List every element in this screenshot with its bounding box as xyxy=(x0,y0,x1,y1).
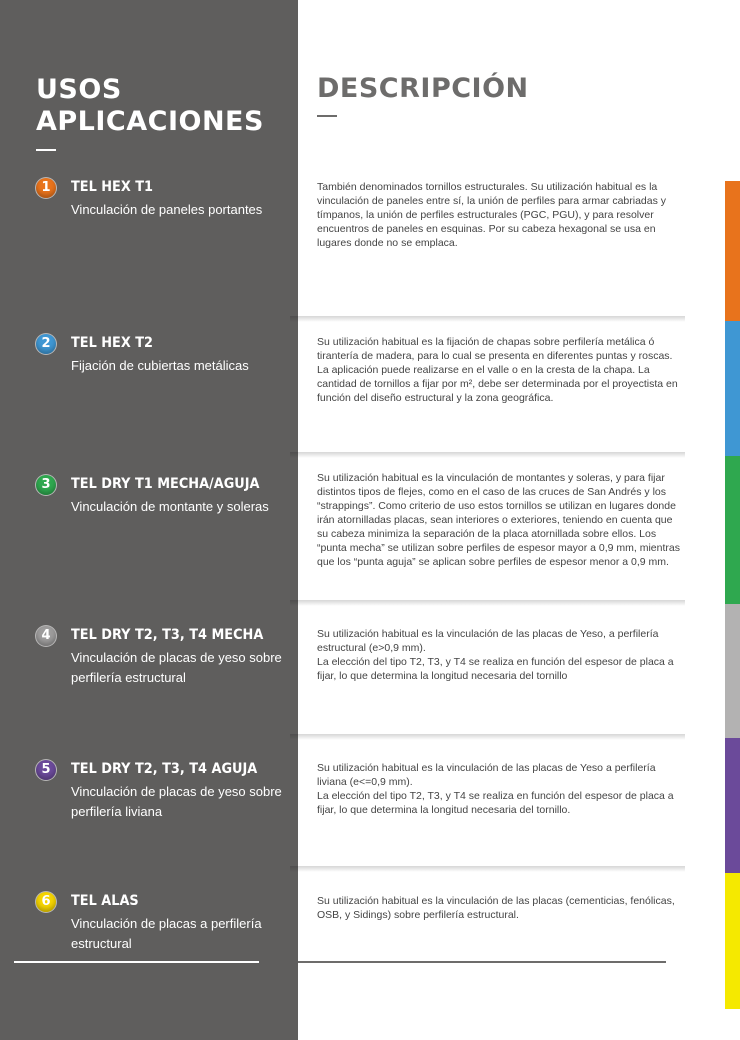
uses-heading-rule xyxy=(36,149,56,151)
color-bar-segment-5 xyxy=(725,738,740,873)
description-text: La elección del tipo T2, T3, y T4 se rea… xyxy=(317,656,674,682)
number-badge-1: 1 xyxy=(36,178,56,198)
uses-heading: USOS APLICACIONES xyxy=(36,74,264,138)
product-name: TEL DRY T2, T3, T4 AGUJA xyxy=(71,761,258,777)
number-badge-4: 4 xyxy=(36,626,56,646)
product-name: TEL DRY T1 MECHA/AGUJA xyxy=(71,476,260,492)
description-4: Su utilización habitual es la vinculació… xyxy=(317,627,685,683)
product-use: Vinculación de placas a perfilería estru… xyxy=(71,916,262,951)
description-text: Su utilización habitual es la vinculació… xyxy=(317,762,656,788)
description-text: Su utilización habitual es la vinculació… xyxy=(317,628,659,654)
number-badge-3: 3 xyxy=(36,475,56,495)
product-name: TEL DRY T2, T3, T4 MECHA xyxy=(71,627,264,643)
description-2: Su utilización habitual es la fijación d… xyxy=(317,335,685,405)
bottom-rule-right xyxy=(298,961,666,963)
number-badge-5: 5 xyxy=(36,760,56,780)
product-use: Vinculación de paneles portantes xyxy=(71,202,263,217)
product-use: Vinculación de placas de yeso sobre perf… xyxy=(71,650,282,685)
number-badge-2: 2 xyxy=(36,334,56,354)
product-use: Fijación de cubiertas metálicas xyxy=(71,358,249,373)
description-6: Su utilización habitual es la vinculació… xyxy=(317,894,685,922)
color-bar-segment-4 xyxy=(725,604,740,738)
uses-heading-line-1: USOS xyxy=(36,74,122,105)
uses-heading-line-2: APLICACIONES xyxy=(36,106,264,137)
section-divider xyxy=(290,866,685,872)
section-divider xyxy=(290,600,685,606)
description-text: La elección del tipo T2, T3, y T4 se rea… xyxy=(317,790,674,816)
color-bar-segment-1 xyxy=(725,181,740,321)
product-use: Vinculación de placas de yeso sobre perf… xyxy=(71,784,282,819)
description-text: Su utilización habitual es la vinculació… xyxy=(317,895,675,921)
description-5: Su utilización habitual es la vinculació… xyxy=(317,761,685,817)
description-text: Su utilización habitual es la vinculació… xyxy=(317,472,680,568)
bottom-rule-left xyxy=(14,961,259,963)
description-heading-rule xyxy=(317,115,337,117)
description-1: También denominados tornillos estructura… xyxy=(317,180,685,250)
color-bar-segment-3 xyxy=(725,456,740,604)
product-name: TEL HEX T1 xyxy=(71,179,154,195)
product-name: TEL HEX T2 xyxy=(71,335,154,351)
color-bar-segment-2 xyxy=(725,321,740,456)
description-text: Su utilización habitual es la fijación d… xyxy=(317,336,678,404)
description-3: Su utilización habitual es la vinculació… xyxy=(317,471,685,569)
product-use: Vinculación de montante y soleras xyxy=(71,499,269,514)
description-text: También denominados tornillos estructura… xyxy=(317,181,667,249)
product-name: TEL ALAS xyxy=(71,893,139,909)
color-bar-segment-6 xyxy=(725,873,740,1009)
left-panel xyxy=(0,0,298,1040)
section-divider xyxy=(290,452,685,458)
number-badge-6: 6 xyxy=(36,892,56,912)
description-heading: DESCRIPCIÓN xyxy=(317,73,529,104)
section-divider xyxy=(290,734,685,740)
section-divider xyxy=(290,316,685,322)
